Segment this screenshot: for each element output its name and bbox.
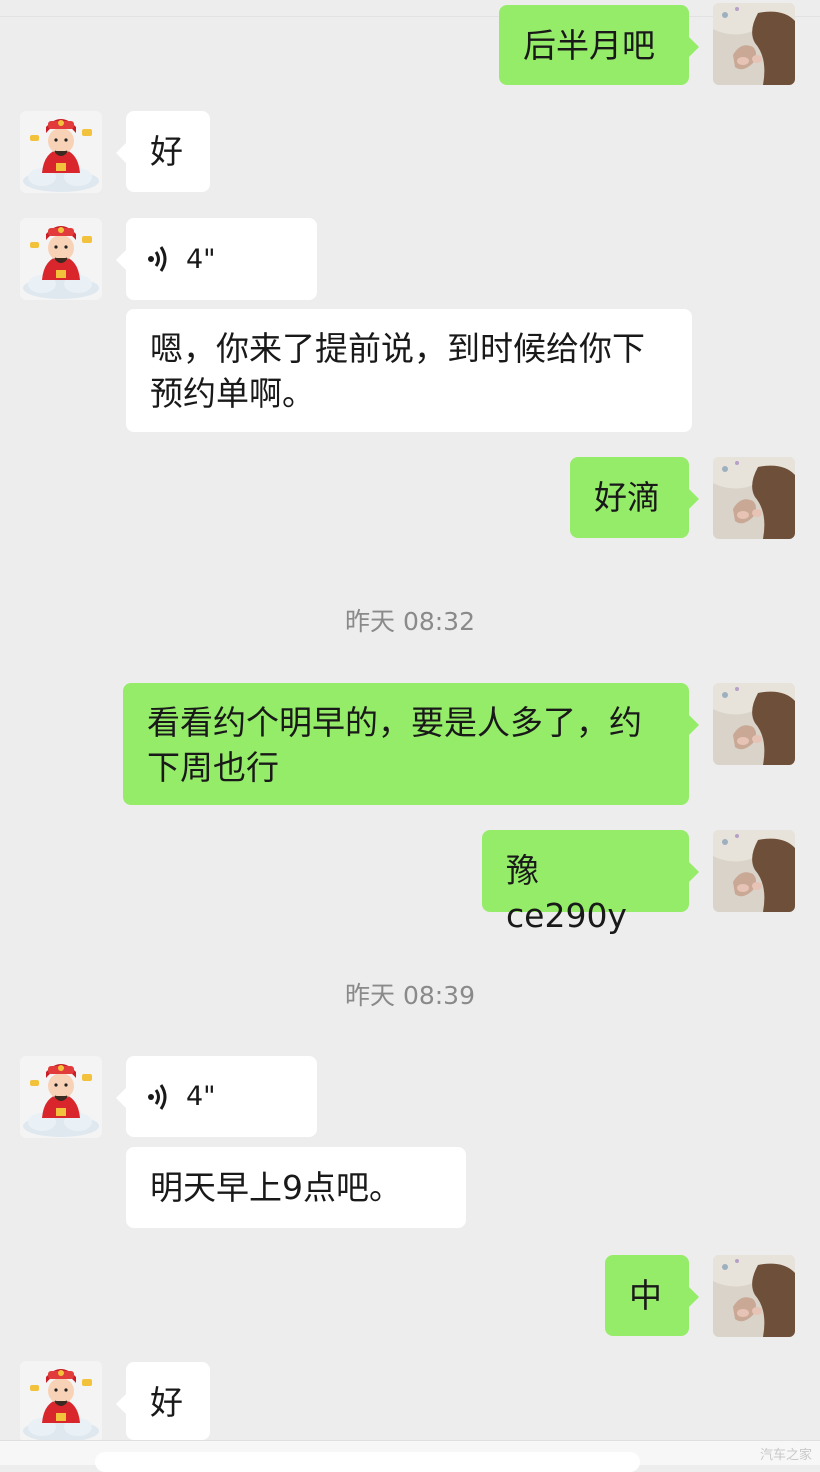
message-input[interactable] bbox=[95, 1452, 640, 1472]
watermark: 汽车之家 bbox=[759, 1448, 812, 1463]
message-text: 好 bbox=[150, 132, 183, 171]
contact-avatar[interactable] bbox=[20, 218, 102, 300]
contact-avatar[interactable] bbox=[20, 1056, 102, 1138]
self-avatar[interactable] bbox=[713, 683, 795, 765]
self-avatar[interactable] bbox=[713, 457, 795, 539]
message-text: 好滴 bbox=[594, 478, 660, 517]
self-avatar[interactable] bbox=[713, 3, 795, 85]
self-avatar[interactable] bbox=[713, 830, 795, 912]
message-text: 嗯，你来了提前说，到时候给你下预约单啊。 bbox=[150, 329, 645, 413]
voice-duration: 4" bbox=[186, 1081, 216, 1112]
message-self[interactable]: 中 bbox=[605, 1255, 699, 1336]
contact-avatar[interactable] bbox=[20, 1361, 102, 1443]
message-text: 豫 ce290y bbox=[506, 851, 627, 935]
self-avatar[interactable] bbox=[713, 1255, 795, 1337]
message-text: 明天早上9点吧。 bbox=[150, 1168, 402, 1207]
message-text: 看看约个明早的，要是人多了，约下周也行 bbox=[147, 703, 642, 787]
voice-duration: 4" bbox=[186, 243, 216, 275]
top-divider bbox=[0, 0, 820, 17]
message-self[interactable]: 豫 ce290y bbox=[482, 830, 699, 935]
message-other[interactable]: 明天早上9点吧。 bbox=[126, 1147, 466, 1228]
voice-wave-icon bbox=[146, 245, 167, 273]
timestamp: 昨天 08:32 bbox=[345, 607, 475, 636]
voice-message[interactable]: 4" bbox=[116, 1056, 317, 1137]
voice-message[interactable]: 4" bbox=[116, 218, 317, 300]
voice-wave-icon bbox=[146, 1083, 167, 1110]
message-text: 好 bbox=[150, 1383, 183, 1422]
message-other[interactable]: 嗯，你来了提前说，到时候给你下预约单啊。 bbox=[126, 309, 692, 432]
message-text: 中 bbox=[629, 1276, 662, 1315]
message-other[interactable]: 好 bbox=[116, 1362, 210, 1440]
message-other[interactable]: 好 bbox=[116, 111, 210, 192]
message-self[interactable]: 好滴 bbox=[570, 457, 699, 538]
message-text: 后半月吧 bbox=[523, 26, 655, 65]
timestamp: 昨天 08:39 bbox=[345, 981, 475, 1010]
contact-avatar[interactable] bbox=[20, 111, 102, 193]
message-self[interactable]: 后半月吧 bbox=[499, 5, 699, 85]
message-self[interactable]: 看看约个明早的，要是人多了，约下周也行 bbox=[123, 683, 699, 805]
